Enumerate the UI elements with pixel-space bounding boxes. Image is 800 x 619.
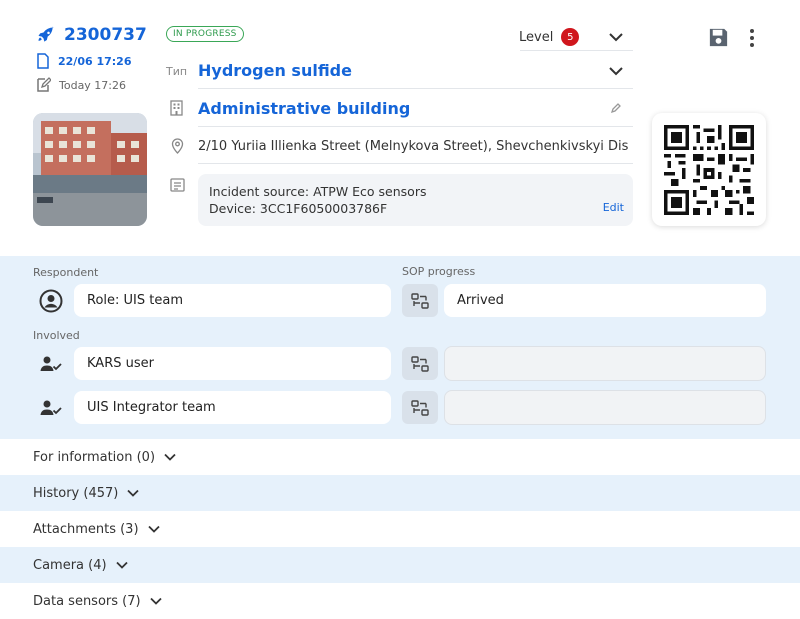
section-history[interactable]: History (457) [0,475,800,511]
note-source: Incident source: ATPW Eco sensors [209,184,427,199]
respondent-field[interactable]: Role: UIS team [74,284,391,317]
created-date: 22/06 17:26 [36,53,131,69]
involved-field[interactable]: KARS user [74,347,391,380]
section-camera[interactable]: Camera (4) [0,547,800,583]
workflow-icon [411,399,429,416]
location-pin-icon [171,138,184,154]
involved-label: Involved [33,329,80,342]
chevron-down-icon [147,525,160,533]
section-data-sensors[interactable]: Data sensors (7) [0,583,800,619]
involved-avatar [34,391,67,424]
person-check-icon [40,400,62,415]
incident-type[interactable]: Hydrogen sulfide [198,61,352,80]
chevron-down-icon [164,453,176,461]
chevron-down-icon [149,597,162,605]
involved-avatar [34,347,67,380]
level-label: Level [519,29,554,45]
sop-button[interactable] [402,284,438,317]
workflow-icon [411,292,429,309]
note-device: Device: 3CC1F6050003786F [209,201,388,216]
incident-id: 2300737 [36,25,147,45]
type-label: Тип [166,65,188,78]
level-badge: 5 [561,28,580,46]
object-name[interactable]: Administrative building [198,99,410,118]
incident-number: 2300737 [64,25,147,45]
edit-document-icon [37,77,51,92]
workflow-icon [411,355,429,372]
qr-code[interactable] [652,113,766,226]
divider [198,126,633,127]
respondent-avatar [34,284,67,317]
status-badge: IN PROGRESS [166,26,244,42]
rocket-icon [38,26,54,42]
building-icon [170,100,183,116]
level-selector[interactable]: Level 5 [519,28,580,46]
section-for-information[interactable]: For information (0) [0,439,800,475]
chevron-down-icon [127,489,139,497]
save-icon[interactable] [707,26,730,49]
sop-progress-label: SOP progress [402,265,476,278]
sop-status-field[interactable] [444,390,766,425]
sop-status-field[interactable]: Arrived [444,284,766,317]
sop-button[interactable] [402,391,438,424]
pencil-icon[interactable] [610,102,622,114]
sop-status-field[interactable] [444,346,766,381]
chevron-down-icon[interactable] [607,28,625,46]
notes-icon [170,178,185,192]
divider [198,88,633,89]
document-icon [37,53,49,69]
incident-note: Incident source: ATPW Eco sensors Device… [198,174,633,226]
chevron-down-icon [115,561,128,569]
respondent-label: Respondent [33,266,99,279]
sop-button[interactable] [402,347,438,380]
divider [520,50,633,51]
account-circle-icon [39,289,62,312]
incident-photo[interactable] [33,113,147,226]
divider [198,163,633,164]
section-attachments[interactable]: Attachments (3) [0,511,800,547]
people-panel: Respondent SOP progress Role: UIS team A… [0,256,800,439]
address: 2/10 Yuriia Illienka Street (Melnykova S… [198,139,628,154]
chevron-down-icon[interactable] [607,62,625,80]
updated-date: Today 17:26 [36,77,126,93]
involved-field[interactable]: UIS Integrator team [74,391,391,424]
more-vertical-icon[interactable] [744,26,760,50]
person-check-icon [40,356,62,371]
edit-link[interactable]: Edit [603,199,624,216]
qr-code-image [664,124,754,215]
